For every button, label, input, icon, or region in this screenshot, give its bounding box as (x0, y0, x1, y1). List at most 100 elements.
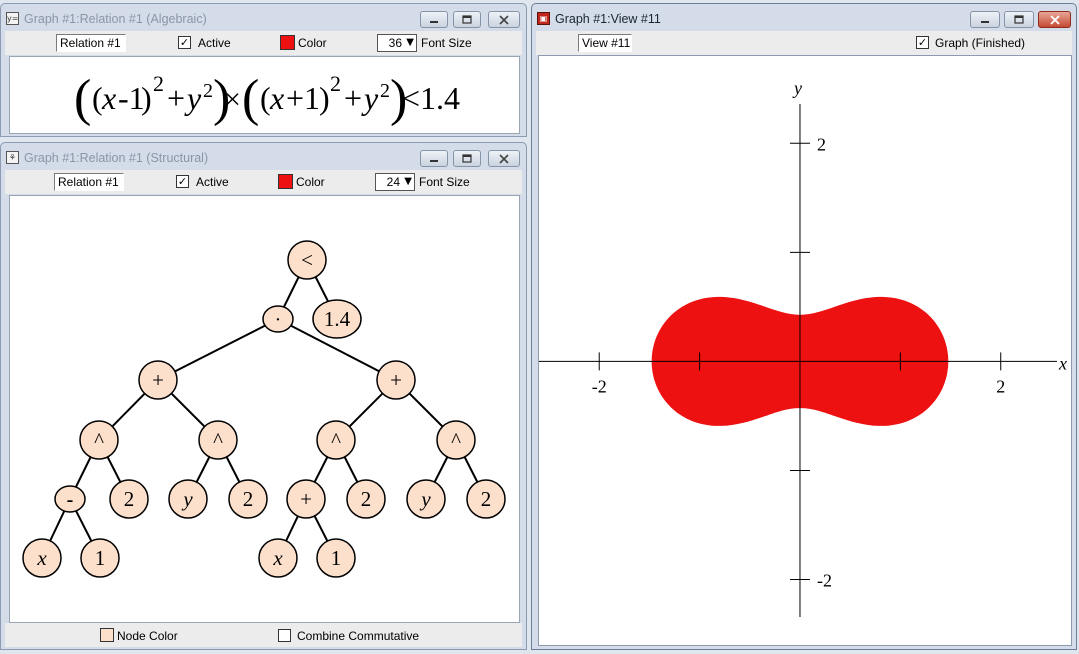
maximize-icon (462, 154, 472, 163)
tree-node-label: x (36, 546, 47, 570)
tree-node[interactable]: + (376, 360, 416, 400)
view-titlebar[interactable]: ▣ Graph #1:View #11 (532, 4, 1076, 34)
x-tick-label-neg2: -2 (592, 376, 607, 396)
font-size-select[interactable]: 24 ▼ (375, 173, 415, 191)
node-color-label: Node Color (117, 629, 178, 643)
inner-paren-close-1: ) (141, 80, 152, 116)
graph-canvas[interactable]: x y -2 2 2 -2 (539, 56, 1071, 645)
tree-node-label: 1 (331, 546, 342, 570)
checkmark-icon: ✓ (917, 36, 928, 49)
algebraic-window[interactable]: y= Graph #1:Relation #1 (Algebraic) Rela… (0, 3, 527, 137)
tree-node[interactable]: ^ (316, 420, 356, 460)
tree-node[interactable]: y (168, 479, 208, 519)
plus-2: + (344, 80, 362, 116)
tree-node-label: 2 (481, 487, 492, 511)
close-icon (499, 153, 509, 164)
structural-window[interactable]: ⚘ Graph #1:Relation #1 (Structural) Rela… (0, 142, 527, 650)
color-label: Color (298, 36, 327, 50)
relation-rhs: <1.4 (402, 80, 460, 116)
structural-titlebar[interactable]: ⚘ Graph #1:Relation #1 (Structural) (1, 143, 526, 173)
color-swatch[interactable] (280, 35, 295, 50)
tree-node-label: + (300, 487, 312, 511)
view-name-field[interactable]: View #11 (578, 34, 632, 52)
exponent-3: 2 (330, 71, 341, 96)
tree-node[interactable]: 1 (80, 538, 120, 578)
tree-node-label: < (301, 248, 313, 272)
close-button[interactable] (1038, 11, 1071, 28)
tree-node-label: 1 (95, 546, 106, 570)
tree-node[interactable]: 2 (228, 479, 268, 519)
maximize-icon (1014, 15, 1024, 24)
tree-node[interactable]: x (22, 538, 62, 578)
tree-node-label: + (152, 368, 164, 392)
tree-node[interactable]: ^ (198, 420, 238, 460)
tree-node[interactable]: 1.4 (312, 299, 362, 339)
tree-node[interactable]: x (258, 538, 298, 578)
x-axis-label: x (1058, 353, 1067, 373)
minimize-button[interactable] (420, 150, 448, 167)
active-label: Active (198, 36, 231, 50)
relation-name-field[interactable]: Relation #1 (56, 34, 126, 52)
tree-node[interactable]: y (406, 479, 446, 519)
view-window[interactable]: ▣ Graph #1:View #11 View #11 ✓ Graph (Fi… (531, 3, 1077, 650)
algebraic-window-title: Graph #1:Relation #1 (Algebraic) (24, 12, 207, 26)
font-size-label: Font Size (421, 36, 472, 50)
minimize-button[interactable] (420, 11, 448, 28)
close-icon (1049, 14, 1060, 25)
var-y-1: y (184, 80, 202, 116)
algebraic-titlebar[interactable]: y= Graph #1:Relation #1 (Algebraic) (1, 4, 526, 34)
tree-node-label: 2 (361, 487, 372, 511)
exponent-1: 2 (153, 71, 164, 96)
tree-node[interactable]: 1 (316, 538, 356, 578)
expression-tree-area[interactable]: < · 1.4 + + ^ ^ ^ ^ - 2 y 2 +2 y 2 x 1 x 1 (9, 195, 520, 623)
tree-node[interactable]: 2 (109, 479, 149, 519)
outer-paren-open-2: ( (242, 70, 259, 127)
close-icon (499, 14, 509, 25)
view-window-title: Graph #1:View #11 (555, 12, 661, 26)
tree-node[interactable]: ^ (436, 420, 476, 460)
close-button[interactable] (488, 150, 520, 167)
dropdown-arrow-icon: ▼ (406, 37, 414, 48)
var-x-2: x (269, 80, 284, 116)
maximize-button[interactable] (1004, 11, 1034, 28)
checkmark-icon: ✓ (179, 36, 190, 49)
font-size-value: 24 (386, 175, 400, 189)
algebraic-expression-area[interactable]: ( ( x -1 ) 2 + y 2 ) × ( ( x +1 ) 2 + y … (9, 56, 520, 134)
active-checkbox[interactable]: ✓ (176, 175, 189, 188)
x-tick-label-2: 2 (996, 376, 1005, 396)
minimize-button[interactable] (970, 11, 1000, 28)
minimize-icon (981, 20, 989, 23)
tree-node[interactable]: · (262, 305, 294, 333)
tree-node[interactable]: ^ (79, 420, 119, 460)
y-tick-label-2: 2 (817, 134, 826, 154)
structural-bottom-bar: Node Color Combine Commutative (5, 623, 522, 647)
algebraic-expression: ( ( x -1 ) 2 + y 2 ) × ( ( x +1 ) 2 + y … (74, 70, 460, 127)
color-swatch[interactable] (278, 174, 293, 189)
tree-node[interactable]: 2 (346, 479, 386, 519)
y-axis-label: y (792, 78, 802, 98)
tree-node[interactable]: - (54, 485, 86, 513)
close-button[interactable] (488, 11, 520, 28)
graph-canvas-area[interactable]: x y -2 2 2 -2 (538, 55, 1072, 646)
structural-window-title: Graph #1:Relation #1 (Structural) (24, 151, 209, 165)
tree-node-label: x (272, 546, 283, 570)
maximize-button[interactable] (453, 150, 481, 167)
color-label: Color (296, 175, 325, 189)
graph-checkbox[interactable]: ✓ (916, 36, 929, 49)
tree-node[interactable]: + (286, 479, 326, 519)
active-checkbox[interactable]: ✓ (178, 36, 191, 49)
tree-node[interactable]: < (287, 240, 327, 280)
tree-node-label: y (419, 487, 431, 511)
maximize-button[interactable] (453, 11, 481, 28)
font-size-label: Font Size (419, 175, 470, 189)
font-size-select[interactable]: 36 ▼ (377, 34, 417, 52)
inner-paren-close-2: ) (319, 80, 330, 116)
combine-commutative-checkbox[interactable] (278, 629, 291, 642)
view-app-icon: ▣ (537, 12, 550, 25)
tree-node[interactable]: + (138, 360, 178, 400)
tree-node[interactable]: 2 (466, 479, 506, 519)
node-color-swatch[interactable] (100, 628, 114, 642)
relation-name-field[interactable]: Relation #1 (54, 173, 124, 191)
tree-edge (157, 318, 279, 381)
outer-paren-open: ( (74, 70, 91, 127)
